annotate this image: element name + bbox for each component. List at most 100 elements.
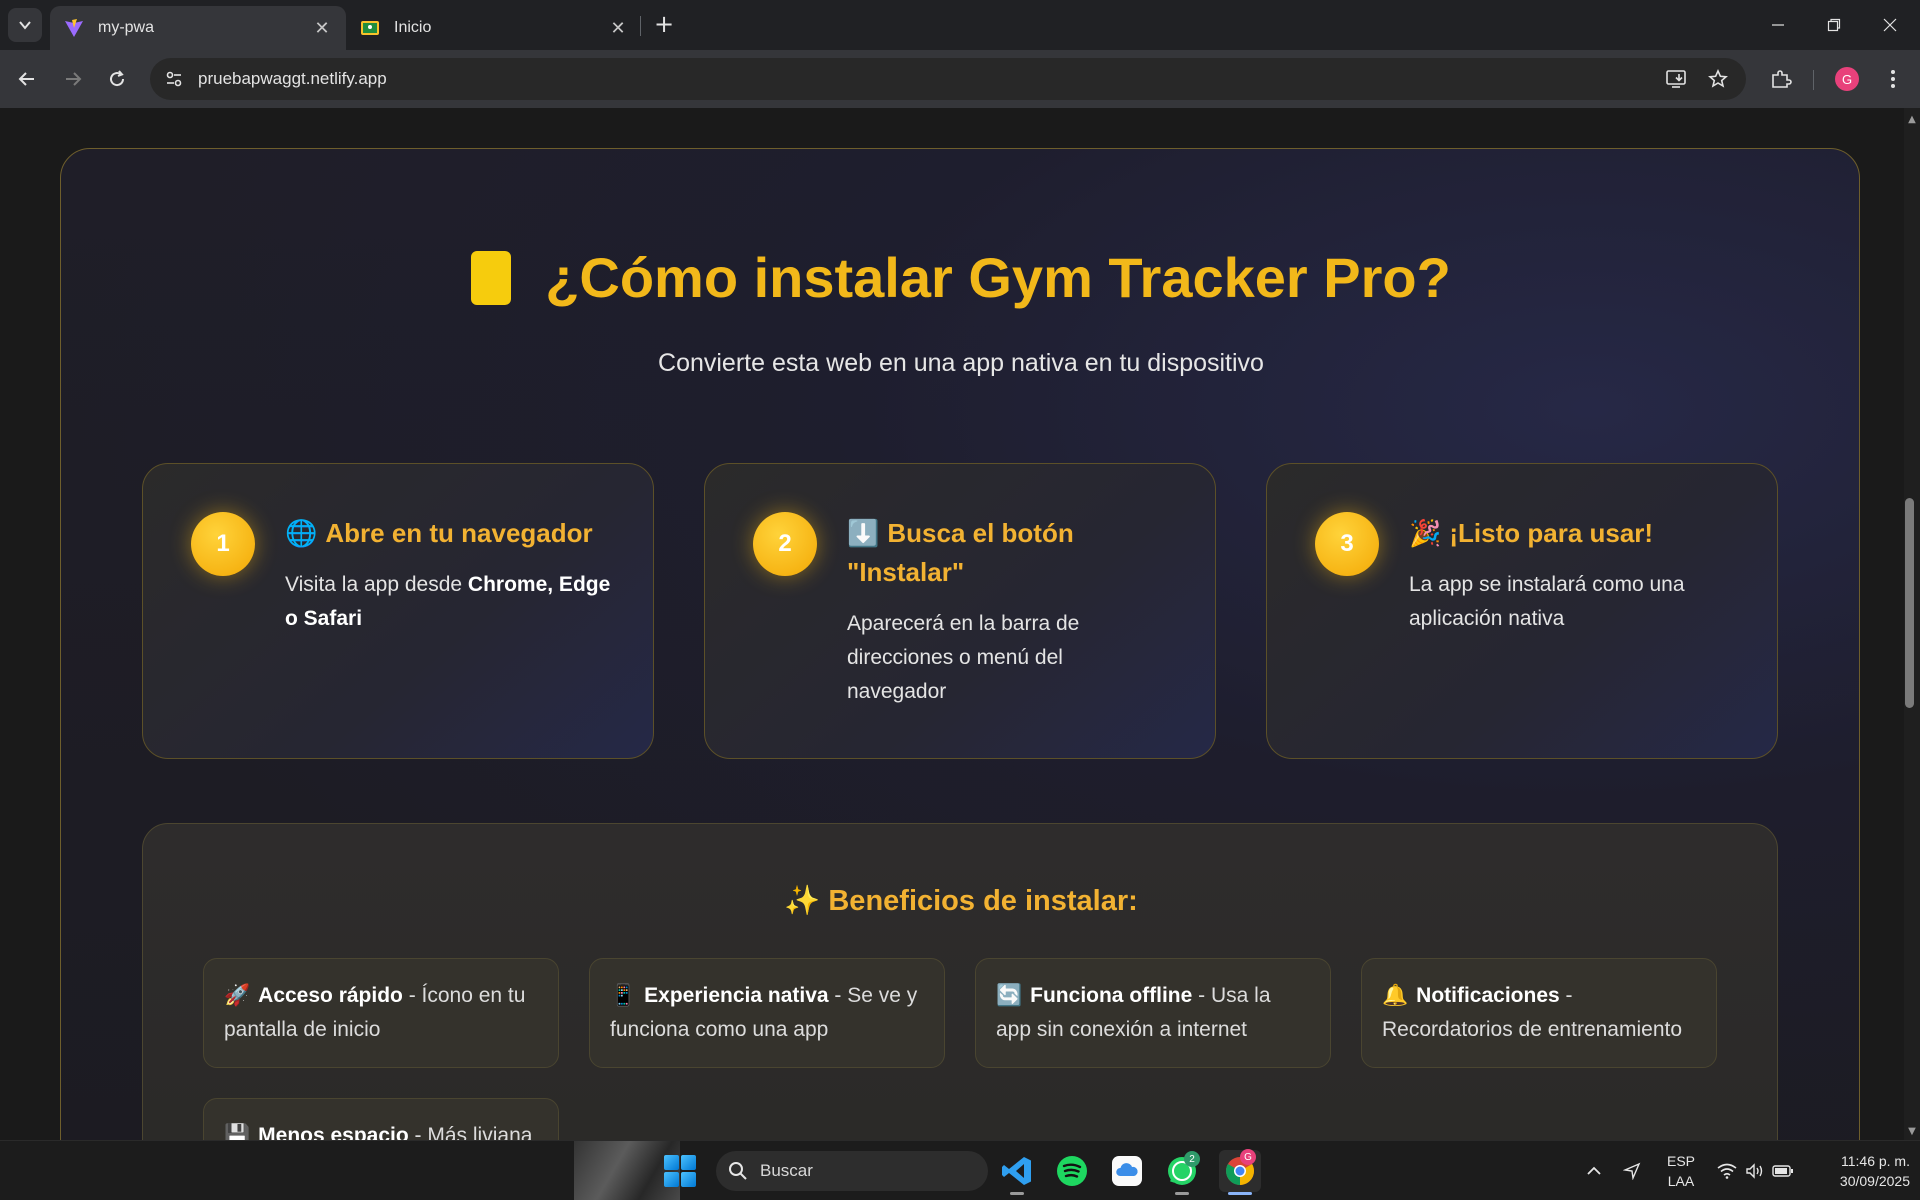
back-icon[interactable]	[11, 63, 43, 95]
mobile-phone-icon: 📱	[610, 984, 637, 1007]
rocket-icon: 🚀	[224, 984, 251, 1007]
benefit-name: Funciona offline	[1030, 984, 1193, 1007]
step-number-badge: 1	[191, 512, 255, 576]
clock-time: 11:46 p. m.	[1840, 1153, 1910, 1169]
step-description: Visita la app desde Chrome, Edge o Safar…	[285, 568, 625, 636]
page-subtitle: Convierte esta web en una app nativa en …	[658, 349, 1264, 377]
battery-charging-icon[interactable]	[1770, 1141, 1796, 1200]
taskbar-search-label: Buscar	[760, 1161, 813, 1180]
clock-date: 30/09/2025	[1839, 1173, 1910, 1189]
close-tab-icon[interactable]: ✕	[608, 18, 628, 39]
reload-icon[interactable]	[101, 63, 133, 95]
tab-separator	[640, 16, 641, 36]
app-running-indicator	[1175, 1192, 1189, 1195]
browser-tab-strip: my-pwa ✕ Inicio ✕ +	[0, 0, 1920, 50]
scroll-down-icon[interactable]: ▼	[1905, 1124, 1919, 1138]
floppy-disk-icon: 💾	[224, 1124, 251, 1140]
system-clock[interactable]: 11:46 p. m. 30/09/2025	[1810, 1151, 1910, 1191]
vite-favicon-icon	[64, 18, 84, 38]
step-title: 🎉 ¡Listo para usar!	[1409, 514, 1739, 553]
address-bar[interactable]: pruebapwaggt.netlify.app	[150, 58, 1746, 100]
chevron-down-icon	[19, 21, 31, 30]
search-icon	[729, 1162, 747, 1180]
bell-icon: 🔔	[1382, 984, 1409, 1007]
classroom-favicon-icon	[360, 18, 380, 38]
benefit-item-offline: 🔄 Funciona offline - Usa la app sin conex…	[975, 958, 1331, 1068]
chrome-profile-badge: G	[1240, 1149, 1256, 1165]
benefit-name: Menos espacio	[258, 1124, 409, 1140]
benefit-item-native: 📱 Experiencia nativa - Se ve y funciona c…	[589, 958, 945, 1068]
benefit-item-less-space: 💾 Menos espacio - Más liviana	[203, 1098, 559, 1140]
close-window-icon[interactable]	[1862, 0, 1918, 50]
step-title-text: Busca el botón "Instalar"	[847, 518, 1074, 587]
step-card-1: 1 🌐 Abre en tu navegador Visita la app de…	[142, 463, 654, 759]
benefit-item-quick-access: 🚀 Acceso rápido - Ícono en tu pantalla de…	[203, 958, 559, 1068]
language-code: ESP	[1666, 1153, 1695, 1169]
app-active-indicator	[1228, 1192, 1252, 1195]
globe-icon: 🌐	[285, 518, 318, 548]
step-title-text: ¡Listo para usar!	[1449, 518, 1654, 548]
step-number-badge: 3	[1315, 512, 1379, 576]
refresh-icon: 🔄	[996, 984, 1023, 1007]
step-card-3: 3 🎉 ¡Listo para usar! La app se instalará…	[1266, 463, 1778, 759]
language-indicator[interactable]: ESP LAA	[1660, 1151, 1702, 1191]
whatsapp-badge: 2	[1184, 1151, 1200, 1167]
step-description: Aparecerá en la barra de direcciones o m…	[847, 612, 1080, 703]
benefit-name: Notificaciones	[1416, 984, 1560, 1007]
app-running-indicator	[1010, 1192, 1024, 1195]
party-popper-icon: 🎉	[1409, 518, 1442, 548]
tab-inicio[interactable]: Inicio ✕	[346, 6, 642, 50]
taskbar-search[interactable]: Buscar	[716, 1151, 988, 1191]
windows-taskbar: Buscar 2 G ESP LAA 11:46 p. m. 30/09/202…	[0, 1140, 1920, 1200]
step-description-text: Visita la app desde	[285, 573, 468, 596]
install-app-icon[interactable]	[1662, 65, 1690, 93]
browser-toolbar: pruebapwaggt.netlify.app G	[0, 50, 1920, 108]
wifi-icon[interactable]	[1714, 1141, 1740, 1200]
benefit-item-notifications: 🔔 Notificaciones - Recordatorios de entre…	[1361, 958, 1717, 1068]
mobile-phone-icon	[471, 250, 512, 305]
step-title: 🌐 Abre en tu navegador	[285, 514, 615, 553]
step-number-badge: 2	[753, 512, 817, 576]
step-card-2: 2 ⬇️ Busca el botón "Instalar" Aparecerá …	[704, 463, 1216, 759]
step-title-text: Abre en tu navegador	[325, 518, 593, 548]
volume-icon[interactable]	[1742, 1141, 1768, 1200]
show-hidden-icons-icon[interactable]	[1580, 1141, 1608, 1200]
avatar: G	[1835, 67, 1859, 91]
bookmark-star-icon[interactable]	[1704, 65, 1732, 93]
spotify-icon[interactable]	[1054, 1153, 1090, 1189]
tab-search-button[interactable]	[8, 8, 42, 42]
icloud-icon[interactable]	[1109, 1153, 1145, 1189]
profile-avatar[interactable]: G	[1831, 63, 1863, 95]
tab-title: my-pwa	[98, 19, 155, 36]
location-arrow-icon[interactable]	[1618, 1141, 1646, 1200]
page-title: ¿Cómo instalar Gym Tracker Pro?	[61, 245, 1861, 310]
benefit-name: Acceso rápido	[258, 984, 403, 1007]
minimize-icon[interactable]	[1750, 0, 1806, 50]
restore-icon[interactable]	[1806, 0, 1862, 50]
vscode-icon[interactable]	[999, 1153, 1035, 1189]
close-tab-icon[interactable]: ✕	[312, 18, 332, 39]
install-guide-card: ¿Cómo instalar Gym Tracker Pro? Conviert…	[60, 148, 1860, 1140]
page-viewport: ¿Cómo instalar Gym Tracker Pro? Conviert…	[0, 108, 1904, 1140]
extensions-icon[interactable]	[1765, 63, 1797, 95]
step-description: La app se instalará como una aplicación …	[1409, 573, 1685, 630]
benefit-name: Experiencia nativa	[644, 984, 829, 1007]
benefits-title: ✨ Beneficios de instalar:	[784, 885, 1138, 917]
down-arrow-icon: ⬇️	[847, 518, 880, 548]
site-info-icon[interactable]	[160, 65, 188, 93]
tab-title: Inicio	[394, 19, 432, 36]
step-title: ⬇️ Busca el botón "Instalar"	[847, 514, 1177, 592]
toolbar-divider	[1813, 70, 1814, 90]
benefit-text: - Más liviana	[408, 1124, 533, 1140]
new-tab-button[interactable]: +	[650, 10, 678, 38]
tab-my-pwa[interactable]: my-pwa ✕	[50, 6, 346, 50]
windows-start-icon[interactable]	[664, 1155, 696, 1187]
url-text[interactable]: pruebapwaggt.netlify.app	[198, 69, 387, 89]
menu-kebab-icon[interactable]	[1877, 63, 1909, 95]
scrollbar-thumb[interactable]	[1905, 498, 1914, 708]
keyboard-layout: LAA	[1667, 1173, 1695, 1189]
benefits-card: ✨ Beneficios de instalar: 🚀 Acceso rápido…	[142, 823, 1778, 1140]
forward-icon[interactable]	[57, 63, 89, 95]
scroll-up-icon[interactable]: ▲	[1905, 112, 1919, 126]
page-title-text: ¿Cómo instalar Gym Tracker Pro?	[545, 246, 1451, 309]
